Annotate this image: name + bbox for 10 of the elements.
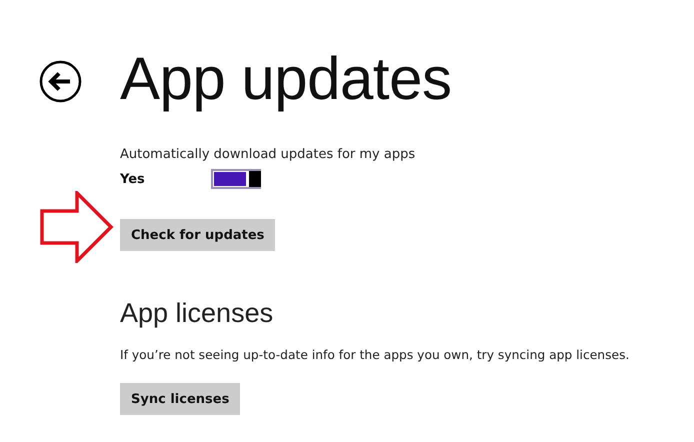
back-button[interactable]: [39, 60, 82, 103]
check-updates-button[interactable]: Check for updates: [120, 219, 276, 251]
toggle-state-text: Yes: [120, 172, 146, 186]
page-title: App updates: [120, 44, 452, 114]
arrow-annotation-icon: [40, 191, 114, 263]
section-heading: App licenses: [120, 297, 274, 329]
toggle-switch[interactable]: [211, 169, 261, 189]
setting-label: Automatically download updates for my apps: [120, 147, 416, 163]
licenses-description: If you’re not seeing up-to-date info for the apps you own, try syncing app licenses.: [120, 347, 630, 363]
sync-licenses-button[interactable]: Sync licenses: [120, 383, 240, 415]
